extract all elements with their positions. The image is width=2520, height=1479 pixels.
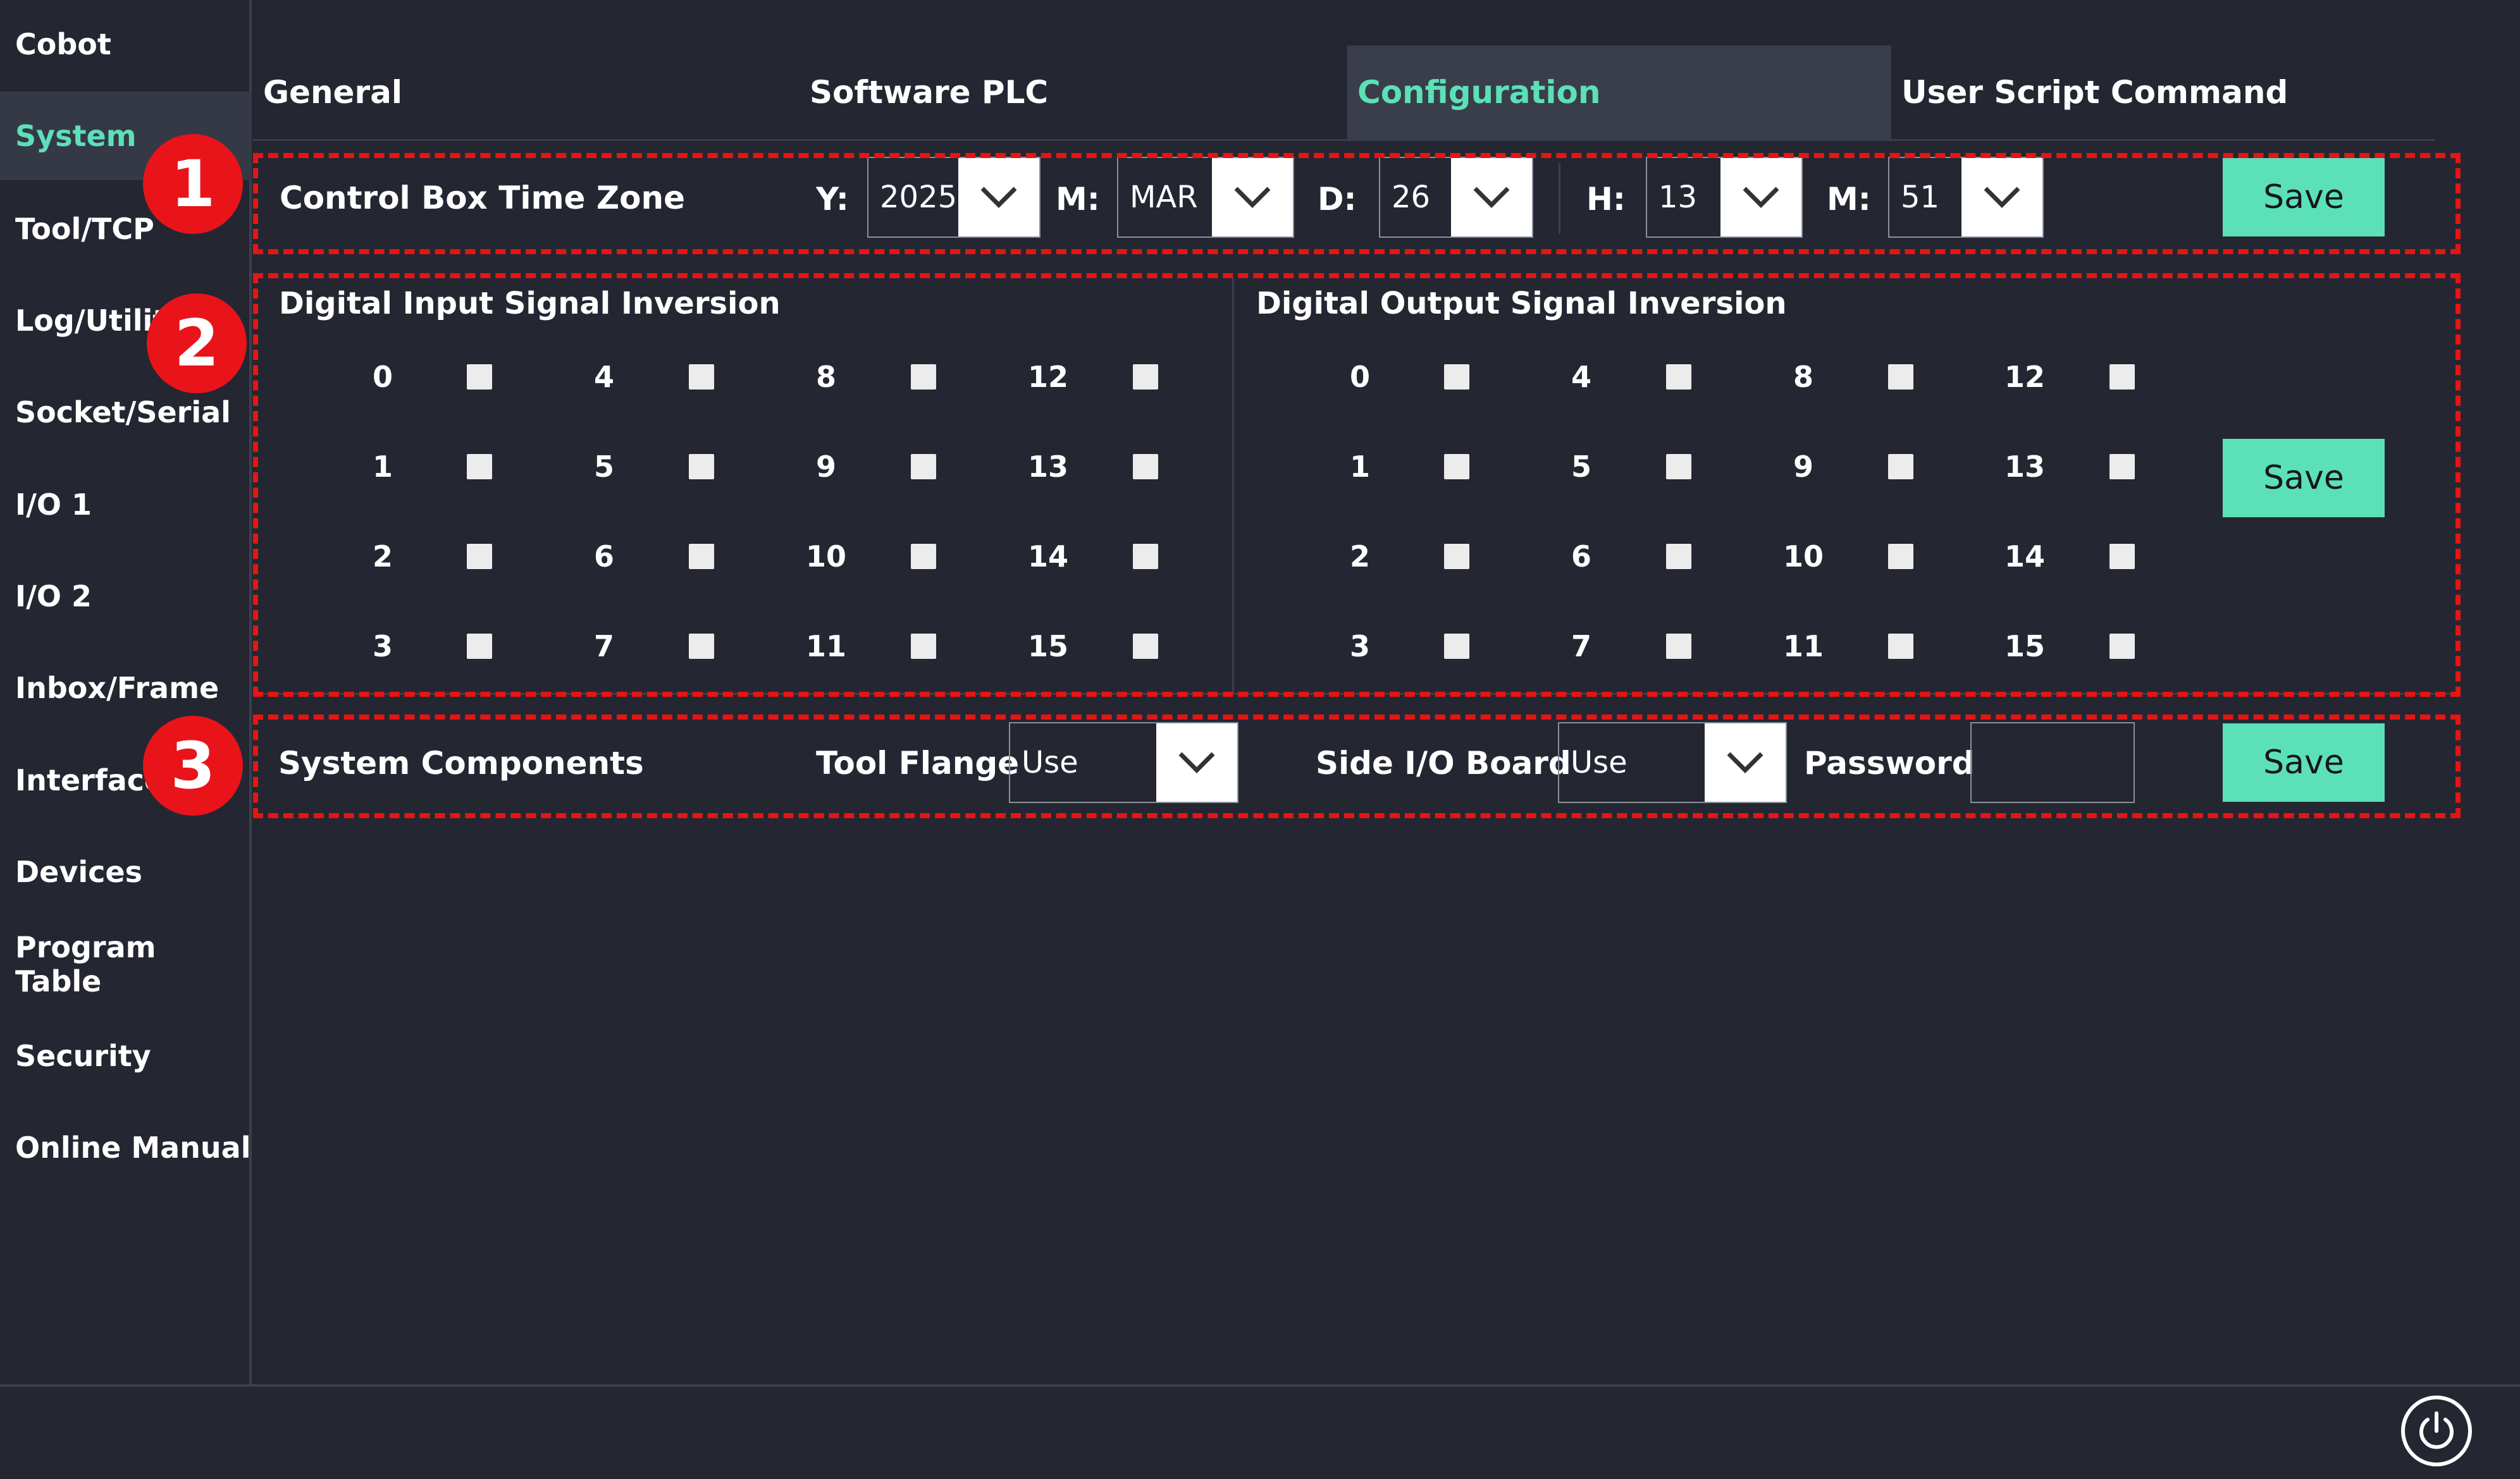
sidebar-item-cobot[interactable]: Cobot <box>0 0 252 89</box>
tab-software-plc[interactable]: Software PLC <box>800 46 1343 139</box>
tab-bar: General Software PLC Configuration User … <box>253 46 2435 141</box>
sidebar-item-program-table[interactable]: Program Table <box>0 920 252 1009</box>
sidebar-item-devices[interactable]: Devices <box>0 828 252 916</box>
tab-general[interactable]: General <box>253 46 797 139</box>
tab-user-script-command[interactable]: User Script Command <box>1891 46 2435 139</box>
sidebar-item-inbox-frame[interactable]: Inbox/Frame <box>0 644 252 732</box>
sidebar-item-security[interactable]: Security <box>0 1012 252 1100</box>
annotation-box-1 <box>253 153 2461 254</box>
sidebar-item-io2[interactable]: I/O 2 <box>0 552 252 641</box>
sidebar-item-io1[interactable]: I/O 1 <box>0 460 252 549</box>
annotation-box-2 <box>253 273 2461 697</box>
annotation-marker-2: 2 <box>147 293 247 393</box>
annotation-box-3 <box>253 715 2461 818</box>
annotation-marker-3: 3 <box>143 716 243 816</box>
sidebar-item-online-manual[interactable]: Online Manual <box>0 1103 252 1192</box>
power-icon[interactable] <box>2401 1396 2472 1466</box>
bottom-bar <box>0 1384 2520 1479</box>
tab-configuration[interactable]: Configuration <box>1347 46 1891 139</box>
annotation-marker-1: 1 <box>143 134 243 234</box>
